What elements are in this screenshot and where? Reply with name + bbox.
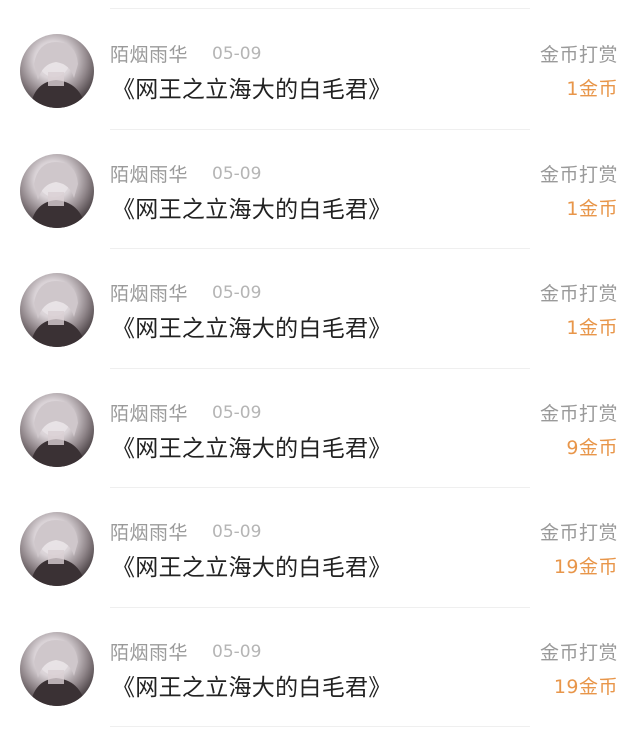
book-title[interactable]: 《网王之立海大的白毛君》 <box>112 309 392 343</box>
reward-type-label: 金币打赏 <box>539 522 618 544</box>
divider <box>110 726 530 727</box>
avatar[interactable] <box>20 512 94 586</box>
avatar[interactable] <box>20 273 94 347</box>
username[interactable]: 陌烟雨华 <box>110 399 188 426</box>
username[interactable]: 陌烟雨华 <box>110 40 188 67</box>
avatar-image-icon <box>30 400 86 467</box>
avatar[interactable] <box>20 392 94 467</box>
avatar[interactable] <box>20 631 94 706</box>
username[interactable]: 陌烟雨华 <box>110 160 188 187</box>
book-title[interactable]: 《网王之立海大的白毛君》 <box>112 190 392 224</box>
reward-type-label: 金币打赏 <box>539 163 618 186</box>
avatar-image-icon <box>30 639 86 706</box>
avatar-image-icon <box>30 281 86 347</box>
reward-amount: 19金币 <box>553 675 618 698</box>
username[interactable]: 陌烟雨华 <box>110 518 188 545</box>
book-title[interactable]: 《网王之立海大的白毛君》 <box>112 668 392 702</box>
book-title[interactable]: 《网王之立海大的白毛君》 <box>112 70 392 104</box>
avatar[interactable] <box>20 34 94 108</box>
book-title[interactable]: 《网王之立海大的白毛君》 <box>112 548 392 582</box>
reward-date: 05-09 <box>212 163 262 184</box>
list-item[interactable]: 陌烟雨华 05-09 《网王之立海大的白毛君》 金币打赏 19金币 <box>0 488 640 608</box>
avatar[interactable] <box>20 153 94 228</box>
reward-amount: 1金币 <box>566 78 618 100</box>
list-item[interactable]: 陌烟雨华 05-09 《网王之立海大的白毛君》 金币打赏 9金币 <box>0 369 640 488</box>
username[interactable]: 陌烟雨华 <box>110 638 188 665</box>
reward-date: 05-09 <box>212 402 262 423</box>
reward-date: 05-09 <box>212 522 262 542</box>
reward-type-label: 金币打赏 <box>539 402 618 425</box>
reward-date: 05-09 <box>212 641 262 662</box>
list-item[interactable]: 陌烟雨华 05-09 《网王之立海大的白毛君》 金币打赏 1金币 <box>0 10 640 130</box>
reward-type-label: 金币打赏 <box>539 44 618 66</box>
book-title[interactable]: 《网王之立海大的白毛君》 <box>112 429 392 463</box>
reward-type-label: 金币打赏 <box>539 283 618 305</box>
reward-amount: 1金币 <box>566 197 618 220</box>
avatar-image-icon <box>30 161 86 228</box>
list-item[interactable]: 陌烟雨华 05-09 《网王之立海大的白毛君》 金币打赏 1金币 <box>0 130 640 249</box>
top-divider <box>110 8 530 9</box>
avatar-image-icon <box>30 42 86 108</box>
reward-amount: 19金币 <box>553 556 618 578</box>
list-item[interactable]: 陌烟雨华 05-09 《网王之立海大的白毛君》 金币打赏 19金币 <box>0 608 640 727</box>
reward-type-label: 金币打赏 <box>539 641 618 664</box>
reward-date: 05-09 <box>212 283 262 303</box>
reward-amount: 9金币 <box>566 436 618 459</box>
avatar-image-icon <box>30 520 86 586</box>
username[interactable]: 陌烟雨华 <box>110 279 188 306</box>
reward-date: 05-09 <box>212 44 262 64</box>
list-item[interactable]: 陌烟雨华 05-09 《网王之立海大的白毛君》 金币打赏 1金币 <box>0 249 640 369</box>
reward-list: 陌烟雨华 05-09 《网王之立海大的白毛君》 金币打赏 1金币 陌烟雨华 05… <box>0 10 640 727</box>
reward-amount: 1金币 <box>566 317 618 339</box>
